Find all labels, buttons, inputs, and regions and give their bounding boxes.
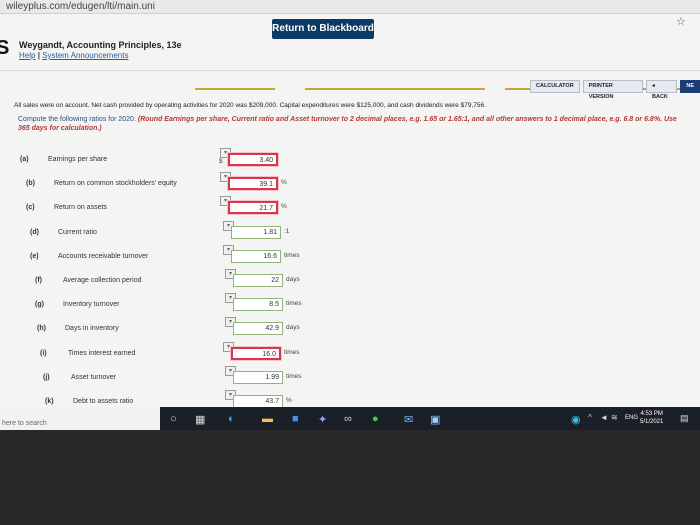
- link-icon[interactable]: ∞: [344, 413, 352, 425]
- system-announcements-link[interactable]: System Announcements: [42, 51, 128, 60]
- answer-input[interactable]: 22: [233, 274, 283, 287]
- ratio-name: Times interest earned: [68, 349, 136, 357]
- ratio-name: Inventory turnover: [63, 301, 120, 309]
- link-separator: |: [37, 51, 40, 60]
- ratio-label: (b) Return on common stockholders' equity: [26, 180, 177, 187]
- answer-unit: %: [281, 179, 287, 187]
- ratio-label: (k) Debt to assets ratio: [45, 398, 133, 405]
- answer-unit: times: [286, 372, 302, 380]
- ratio-letter: (f): [35, 277, 42, 284]
- ratio-label: (a) Earnings per share: [20, 156, 107, 163]
- ratio-name: Earnings per share: [48, 156, 108, 163]
- answer-input[interactable]: 3.40: [228, 153, 278, 166]
- answer-unit: %: [286, 397, 292, 404]
- answer-unit: days: [286, 324, 300, 332]
- ratio-letter: (e): [30, 252, 39, 260]
- help-links: Help | System Announcements: [19, 51, 128, 60]
- ratio-name: Average collection period: [63, 277, 142, 284]
- ratio-name: Days in inventory: [65, 325, 119, 333]
- edge-icon[interactable]: ◐: [228, 413, 235, 425]
- next-button[interactable]: NE: [680, 80, 700, 93]
- help-link[interactable]: Help: [19, 51, 35, 60]
- store-icon[interactable]: ■: [292, 413, 299, 425]
- task-view-icon[interactable]: ▦: [195, 413, 205, 426]
- photos-icon[interactable]: ▣: [430, 413, 440, 426]
- ratio-name: Return on common stockholders' equity: [54, 180, 177, 188]
- wileyplus-logo: S: [0, 37, 10, 59]
- answer-unit: times: [284, 348, 300, 356]
- question-toolbar: CALCULATOR PRINTER VERSION ◂ BACK NE: [530, 80, 700, 100]
- currency-prefix: $: [219, 158, 223, 165]
- ratio-letter: (i): [40, 349, 47, 357]
- search-circle-icon[interactable]: ○: [170, 413, 177, 425]
- ratio-letter: (d): [30, 228, 39, 236]
- calculator-button[interactable]: CALCULATOR: [530, 80, 580, 93]
- volume-icon[interactable]: ◄: [600, 413, 608, 422]
- ratio-label: (j) Asset turnover: [43, 374, 116, 381]
- ratio-letter: (k): [45, 398, 54, 405]
- notifications-icon[interactable]: ▤: [680, 413, 689, 424]
- chrome-icon[interactable]: ●: [372, 413, 379, 425]
- file-explorer-icon[interactable]: ▬: [262, 413, 273, 425]
- taskbar-clock[interactable]: 4:53 PM 5/1/2021: [640, 410, 663, 426]
- ratio-name: Accounts receivable turnover: [58, 252, 149, 260]
- wifi-icon[interactable]: ≋: [611, 413, 618, 422]
- network-icon[interactable]: ◉: [571, 413, 581, 426]
- header-divider: [0, 70, 700, 71]
- bookmark-star-icon[interactable]: ☆: [676, 15, 686, 28]
- answer-input[interactable]: 16.0: [231, 346, 281, 360]
- answer-input[interactable]: 42.9: [233, 322, 283, 336]
- answer-input[interactable]: 16.6: [231, 249, 281, 263]
- instructions-text: Compute the following ratios for 2020.: [18, 116, 136, 123]
- ratio-letter: (c): [26, 204, 35, 212]
- windows-taskbar: here to search ○ ▦ ◐ ▬ ■ ✦ ∞ ● ✉ ▣ ◉ ^ ◄…: [0, 407, 700, 430]
- ratio-label: (h) Days in inventory: [37, 325, 119, 332]
- answer-unit: :1: [284, 227, 290, 235]
- ratio-name: Return on assets: [54, 204, 107, 212]
- answer-input[interactable]: 21.7: [228, 201, 278, 215]
- ratio-label: (d) Current ratio: [30, 229, 97, 236]
- ratio-name: Current ratio: [58, 228, 97, 236]
- chevron-up-icon[interactable]: ^: [588, 413, 592, 422]
- browser-window: wileyplus.com/edugen/lti/main.uni ☆ Retu…: [0, 0, 700, 430]
- mail-icon[interactable]: ✉: [404, 413, 413, 426]
- answer-unit: times: [284, 251, 300, 259]
- ratio-letter: (h): [37, 325, 46, 333]
- ratio-name: Asset turnover: [71, 373, 117, 381]
- taskbar-search-input[interactable]: here to search: [0, 407, 160, 430]
- back-button[interactable]: ◂ BACK: [646, 80, 678, 100]
- answer-input[interactable]: 8.5: [233, 298, 283, 312]
- language-indicator[interactable]: ENG: [625, 415, 638, 421]
- return-to-blackboard-button[interactable]: Return to Blackboard: [272, 19, 374, 39]
- answer-input[interactable]: 1.81: [231, 225, 281, 239]
- ratio-letter: (j): [43, 373, 50, 381]
- ratio-name: Debt to assets ratio: [73, 398, 134, 405]
- answer-unit: days: [286, 276, 300, 283]
- answer-unit: times: [286, 300, 302, 308]
- discord-icon[interactable]: ✦: [318, 413, 327, 426]
- instructions: Compute the following ratios for 2020. (…: [18, 115, 688, 133]
- ratio-label: (c) Return on assets: [26, 204, 107, 211]
- ratio-label: (g) Inventory turnover: [35, 301, 119, 308]
- ratio-letter: (a): [20, 156, 29, 163]
- answer-input[interactable]: 1.99: [233, 370, 283, 384]
- ratio-label: (i) Times interest earned: [40, 350, 135, 357]
- ratio-label: (e) Accounts receivable turnover: [30, 253, 148, 260]
- problem-statement: All sales were on account. Net cash prov…: [14, 102, 486, 109]
- book-title: Weygandt, Accounting Principles, 13e: [19, 40, 182, 50]
- address-bar[interactable]: wileyplus.com/edugen/lti/main.uni: [0, 0, 700, 14]
- clock-date: 5/1/2021: [640, 419, 664, 425]
- printer-version-button[interactable]: PRINTER VERSION: [582, 80, 644, 100]
- answer-input[interactable]: 39.1: [228, 177, 278, 191]
- ratio-label: (f) Average collection period: [35, 277, 141, 284]
- clock-time: 4:53 PM: [640, 411, 663, 417]
- ratio-letter: (g): [35, 301, 44, 309]
- ratio-letter: (b): [26, 180, 35, 188]
- answer-unit: %: [281, 203, 287, 211]
